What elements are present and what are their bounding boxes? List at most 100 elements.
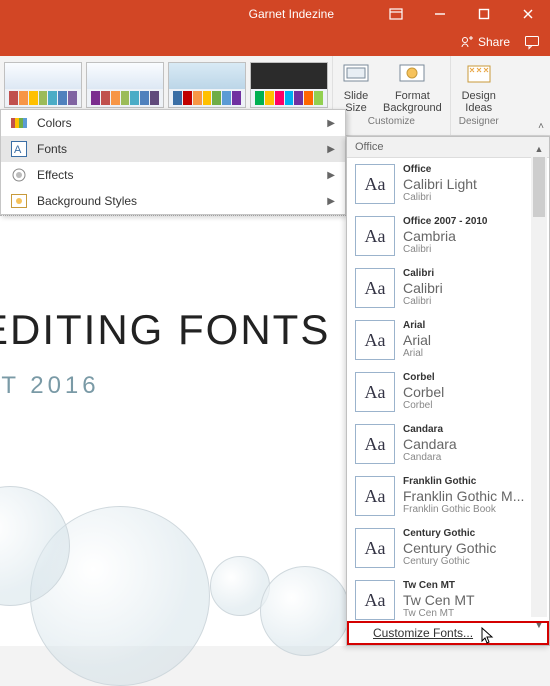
font-heading-name: Calibri Light bbox=[403, 176, 477, 192]
format-background-button[interactable]: Format Background bbox=[383, 60, 442, 114]
font-heading-name: Corbel bbox=[403, 384, 444, 400]
font-scheme-name: Arial bbox=[403, 320, 431, 332]
menu-effects-label: Effects bbox=[37, 168, 73, 182]
colors-icon bbox=[11, 115, 27, 131]
font-meta: CalibriCalibriCalibri bbox=[403, 268, 443, 307]
font-scheme-item[interactable]: AaCentury GothicCentury GothicCentury Go… bbox=[347, 522, 549, 574]
background-styles-icon bbox=[11, 193, 27, 209]
font-thumb: Aa bbox=[355, 268, 395, 308]
font-body-name: Century Gothic bbox=[403, 556, 496, 568]
group-label-designer: Designer bbox=[459, 116, 499, 127]
font-body-name: Calibri bbox=[403, 296, 443, 308]
slide-size-button[interactable]: Slide Size bbox=[341, 60, 371, 114]
font-thumb: Aa bbox=[355, 476, 395, 516]
font-body-name: Candara bbox=[403, 452, 457, 464]
font-heading-name: Tw Cen MT bbox=[403, 592, 475, 608]
menu-fonts-label: Fonts bbox=[37, 142, 67, 156]
font-meta: OfficeCalibri LightCalibri bbox=[403, 164, 477, 203]
slide-size-icon bbox=[341, 60, 371, 88]
collapse-ribbon-icon[interactable]: ˄ bbox=[534, 119, 548, 133]
slide-subtitle: NT 2016 bbox=[0, 372, 350, 400]
share-icon bbox=[460, 35, 474, 49]
variant-thumb[interactable] bbox=[86, 62, 164, 108]
font-body-name: Corbel bbox=[403, 400, 444, 412]
ribbon-display-options-icon[interactable] bbox=[374, 0, 418, 28]
design-ideas-button[interactable]: Design Ideas bbox=[462, 60, 496, 114]
font-scheme-name: Franklin Gothic bbox=[403, 476, 524, 488]
font-thumb: Aa bbox=[355, 320, 395, 360]
scrollbar-thumb[interactable] bbox=[533, 157, 545, 217]
font-scheme-list[interactable]: AaOfficeCalibri LightCalibriAaOffice 200… bbox=[347, 158, 549, 621]
menu-fonts[interactable]: A Fonts ▶ bbox=[1, 136, 345, 162]
font-scheme-panel: Office AaOfficeCalibri LightCalibriAaOff… bbox=[346, 136, 550, 646]
font-thumb: Aa bbox=[355, 164, 395, 204]
slide-title: EDITING FONTS bbox=[0, 306, 350, 354]
variant-thumb[interactable] bbox=[4, 62, 82, 108]
font-scheme-name: Candara bbox=[403, 424, 457, 436]
font-heading-name: Cambria bbox=[403, 228, 488, 244]
group-label-customize: Customize bbox=[368, 116, 415, 127]
menu-background-styles[interactable]: Background Styles ▶ bbox=[1, 188, 345, 214]
customize-fonts-label: Customize Fonts... bbox=[373, 626, 473, 640]
font-body-name: Calibri bbox=[403, 244, 488, 256]
font-scheme-name: Century Gothic bbox=[403, 528, 496, 540]
font-thumb: Aa bbox=[355, 424, 395, 464]
font-body-name: Arial bbox=[403, 348, 431, 360]
variant-thumb[interactable] bbox=[250, 62, 328, 108]
customize-fonts-button[interactable]: Customize Fonts... bbox=[347, 621, 549, 645]
font-meta: Office 2007 - 2010CambriaCalibri bbox=[403, 216, 488, 255]
font-meta: ArialArialArial bbox=[403, 320, 431, 359]
font-heading-name: Century Gothic bbox=[403, 540, 496, 556]
font-heading-name: Calibri bbox=[403, 280, 443, 296]
menu-colors[interactable]: Colors ▶ bbox=[1, 110, 345, 136]
cursor-icon bbox=[481, 627, 497, 645]
close-button[interactable] bbox=[506, 0, 550, 28]
variant-thumb[interactable] bbox=[168, 62, 246, 108]
minimize-button[interactable] bbox=[418, 0, 462, 28]
font-scheme-name: Tw Cen MT bbox=[403, 580, 475, 592]
font-thumb: Aa bbox=[355, 528, 395, 568]
font-scheme-item[interactable]: Aa Franklin GothicFranklin Gothic M...Fra… bbox=[347, 470, 549, 522]
ribbon-group-customize: Slide Size Format Background Customize bbox=[333, 56, 451, 135]
font-meta: Tw Cen MTTw Cen MTTw Cen MT bbox=[403, 580, 475, 619]
font-scheme-item[interactable]: AaTw Cen MTTw Cen MTTw Cen MT bbox=[347, 574, 549, 621]
slide-canvas: EDITING FONTS NT 2016 bbox=[0, 215, 350, 646]
maximize-button[interactable] bbox=[462, 0, 506, 28]
font-scheme-name: Office 2007 - 2010 bbox=[403, 216, 488, 228]
ribbon-group-designer: Design Ideas Designer bbox=[451, 56, 507, 135]
font-heading-name: Arial bbox=[403, 332, 431, 348]
effects-icon bbox=[11, 167, 27, 183]
font-meta: CandaraCandaraCandara bbox=[403, 424, 457, 463]
format-background-icon bbox=[397, 60, 427, 88]
scroll-up-icon[interactable]: ▲ bbox=[531, 141, 547, 157]
menu-bg-label: Background Styles bbox=[37, 194, 137, 208]
comments-icon[interactable] bbox=[524, 34, 540, 50]
app-user-label: Garnet Indezine bbox=[249, 7, 334, 21]
chevron-right-icon: ▶ bbox=[327, 118, 335, 129]
font-scheme-name: Corbel bbox=[403, 372, 444, 384]
menu-colors-label: Colors bbox=[37, 116, 72, 130]
format-background-label: Format Background bbox=[383, 90, 442, 114]
svg-text:A: A bbox=[14, 144, 22, 156]
font-scheme-item[interactable]: AaCandaraCandaraCandara bbox=[347, 418, 549, 470]
font-panel-heading: Office bbox=[347, 137, 549, 158]
font-scheme-item[interactable]: AaCorbelCorbelCorbel bbox=[347, 366, 549, 418]
window-titlebar: Garnet Indezine bbox=[0, 0, 550, 28]
font-meta: CorbelCorbelCorbel bbox=[403, 372, 444, 411]
font-meta: Century GothicCentury GothicCentury Goth… bbox=[403, 528, 496, 567]
font-thumb: Aa bbox=[355, 580, 395, 620]
menu-effects[interactable]: Effects ▶ bbox=[1, 162, 345, 188]
variants-context-menu: Colors ▶ A Fonts ▶ Effects ▶ Background … bbox=[0, 109, 346, 215]
font-heading-name: Franklin Gothic M... bbox=[403, 488, 524, 504]
font-heading-name: Candara bbox=[403, 436, 457, 452]
font-scheme-item[interactable]: AaOffice 2007 - 2010CambriaCalibri bbox=[347, 210, 549, 262]
font-thumb: Aa bbox=[355, 372, 395, 412]
font-scheme-item[interactable]: AaArialArialArial bbox=[347, 314, 549, 366]
share-button[interactable]: Share bbox=[460, 35, 510, 49]
share-bar: Share bbox=[0, 28, 550, 56]
chevron-right-icon: ▶ bbox=[327, 196, 335, 207]
scrollbar[interactable]: ▲ ▼ bbox=[531, 157, 547, 617]
font-body-name: Franklin Gothic Book bbox=[403, 504, 524, 516]
font-scheme-item[interactable]: AaCalibriCalibriCalibri bbox=[347, 262, 549, 314]
font-scheme-item[interactable]: AaOfficeCalibri LightCalibri bbox=[347, 158, 549, 210]
